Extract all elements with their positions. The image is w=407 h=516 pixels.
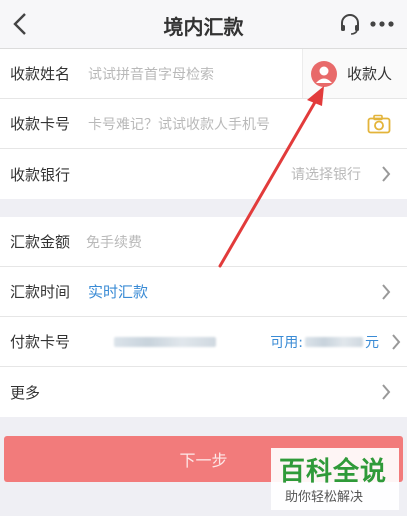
pay-card-label: 付款卡号	[10, 333, 71, 351]
watermark-subtitle: 助你轻松解决	[285, 490, 364, 505]
transfer-time-row[interactable]: 汇款时间 实时汇款	[0, 267, 407, 317]
transfer-time-label: 汇款时间	[10, 283, 71, 301]
pay-card-row[interactable]: 付款卡号 可用: 元	[0, 317, 407, 367]
select-payee-button[interactable]: 收款人	[302, 49, 407, 98]
payee-card-input[interactable]: 卡号难记？试试收款人手机号	[88, 114, 270, 134]
amount-label: 汇款金额	[10, 233, 71, 251]
watermark: 百科全说 助你轻松解决	[271, 448, 399, 510]
chevron-right-icon	[382, 384, 391, 400]
more-dots-icon[interactable]	[369, 13, 395, 35]
payee-bank-label: 收款银行	[10, 165, 71, 184]
masked-balance	[305, 336, 363, 347]
payee-name-row: 收款姓名 试试拼音首字母检索 收款人	[0, 49, 407, 99]
chevron-right-icon	[382, 283, 391, 300]
select-payee-label: 收款人	[347, 65, 393, 83]
chevron-right-icon	[382, 166, 391, 182]
chevron-right-icon	[392, 333, 401, 350]
payee-name-label: 收款姓名	[10, 65, 71, 83]
amount-row: 汇款金额 免手续费	[0, 217, 407, 267]
payee-bank-row[interactable]: 收款银行 请选择银行	[0, 149, 407, 199]
camera-icon[interactable]	[367, 114, 391, 134]
payee-card-row: 收款卡号 卡号难记？试试收款人手机号	[0, 99, 407, 149]
payee-section: 收款姓名 试试拼音首字母检索 收款人 收款卡号 卡号难记？试试收款人手机号 收款…	[0, 49, 407, 199]
available-label: 可用:	[270, 334, 303, 351]
headset-icon[interactable]	[339, 13, 361, 35]
payee-name-input[interactable]: 试试拼音首字母检索	[88, 64, 214, 84]
masked-card-number	[114, 336, 216, 347]
available-suffix: 元	[365, 334, 379, 351]
bank-select-placeholder: 请选择银行	[291, 167, 361, 183]
amount-input[interactable]: 免手续费	[86, 232, 142, 252]
more-row[interactable]: 更多	[0, 367, 407, 417]
watermark-title: 百科全说	[279, 457, 388, 487]
payee-card-label: 收款卡号	[10, 115, 71, 133]
app-header: 境内汇款	[0, 0, 407, 49]
avatar-icon	[311, 60, 337, 87]
available-balance: 可用: 元	[270, 332, 379, 352]
transfer-time-value: 实时汇款	[88, 283, 149, 301]
more-label: 更多	[10, 383, 41, 402]
transfer-section: 汇款金额 免手续费 汇款时间 实时汇款 付款卡号 可用: 元 更多	[0, 217, 407, 417]
